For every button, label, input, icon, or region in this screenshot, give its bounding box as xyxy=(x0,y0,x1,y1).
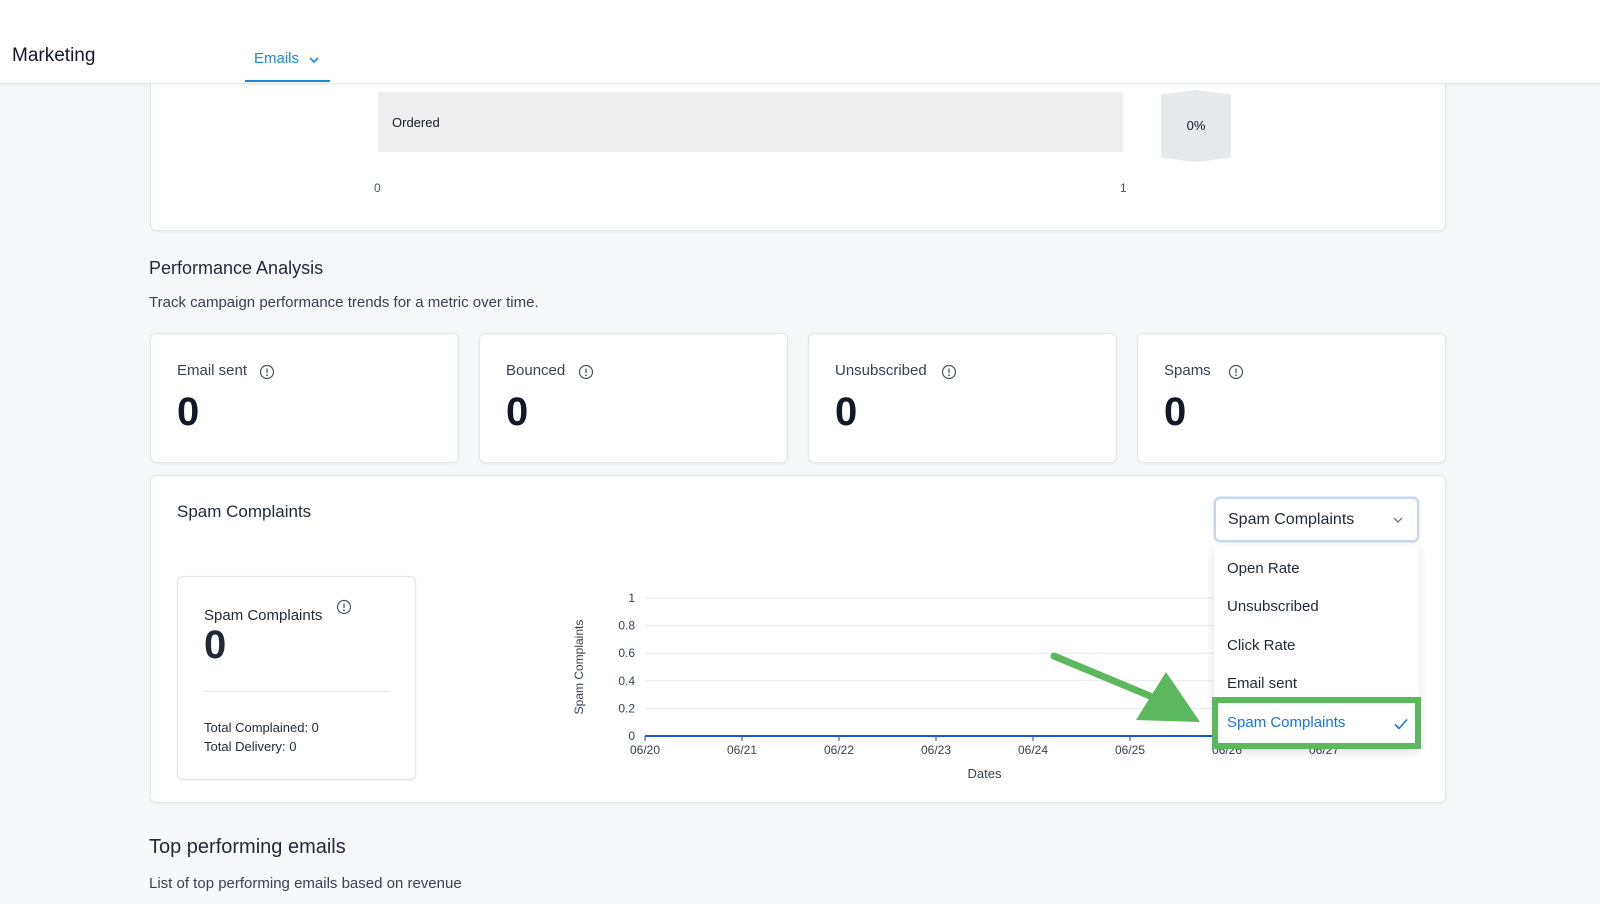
funnel-bar-label: Ordered xyxy=(392,115,440,130)
y-tick-label: 0.4 xyxy=(618,674,635,688)
performance-subtitle: Track campaign performance trends for a … xyxy=(149,294,539,311)
metric-value: 0 xyxy=(506,390,529,434)
tab-emails-label: Emails xyxy=(254,50,300,67)
funnel-percent-badge: 0% xyxy=(1161,90,1231,162)
x-tick-label: 06/23 xyxy=(921,743,951,757)
funnel-card: Ordered 0% 0 1 xyxy=(150,70,1446,231)
top-emails-subtitle: List of top performing emails based on r… xyxy=(149,875,462,892)
x-tick-label: 06/21 xyxy=(727,743,757,757)
x-tick-label: 06/25 xyxy=(1115,743,1145,757)
performance-title: Performance Analysis xyxy=(149,258,324,278)
metric-value: 0 xyxy=(835,390,858,434)
metric-card-bounced: Bounced 0 xyxy=(479,333,788,463)
menu-item-unsubscribed[interactable]: Unsubscribed xyxy=(1227,598,1319,615)
x-axis-label: Dates xyxy=(968,766,1002,781)
metric-select[interactable]: Spam Complaints xyxy=(1214,497,1419,542)
funnel-percent-label: 0% xyxy=(1186,118,1206,133)
funnel-tick-1: 1 xyxy=(1120,181,1127,195)
metric-label: Email sent xyxy=(177,362,248,379)
y-axis-label: Spam Complaints xyxy=(572,620,586,715)
spam-stat-card: Spam Complaints 0 Total Complained: 0 To… xyxy=(177,576,416,780)
check-icon xyxy=(1394,718,1408,730)
metric-label: Bounced xyxy=(506,362,566,379)
menu-item-open-rate[interactable]: Open Rate xyxy=(1227,560,1300,577)
stat-divider xyxy=(204,691,389,692)
y-tick-label: 0.8 xyxy=(618,619,635,633)
y-tick-label: 0.6 xyxy=(618,646,635,660)
metric-label: Spams xyxy=(1164,362,1211,379)
app-title: Marketing xyxy=(12,45,96,66)
stat-label: Spam Complaints xyxy=(204,607,323,624)
metric-card-email-sent: Email sent 0 xyxy=(150,333,459,463)
x-tick-label: 06/24 xyxy=(1018,743,1048,757)
metric-value: 0 xyxy=(177,390,200,434)
menu-item-email-sent[interactable]: Email sent xyxy=(1227,675,1297,692)
top-bar: Marketing Emails xyxy=(0,0,1600,84)
menu-item-spam-complaints-label: Spam Complaints xyxy=(1227,714,1346,731)
x-tick-label: 06/20 xyxy=(630,743,660,757)
funnel-tick-0: 0 xyxy=(374,181,381,195)
metric-card-spams: Spams 0 xyxy=(1137,333,1446,463)
top-emails-title: Top performing emails xyxy=(149,836,346,858)
y-tick-label: 1 xyxy=(628,591,635,605)
metric-value: 0 xyxy=(1164,390,1187,434)
y-tick-label: 0 xyxy=(628,729,635,743)
info-icon[interactable] xyxy=(259,364,275,380)
info-icon[interactable] xyxy=(941,364,957,380)
metric-label: Unsubscribed xyxy=(835,362,927,379)
chevron-down-icon xyxy=(309,57,319,64)
menu-item-spam-complaints[interactable]: Spam Complaints xyxy=(1212,697,1421,749)
x-tick-label: 06/22 xyxy=(824,743,854,757)
funnel-bar-ordered: Ordered xyxy=(378,92,1123,152)
info-icon[interactable] xyxy=(336,599,352,615)
spam-panel-title: Spam Complaints xyxy=(177,502,312,521)
metric-dropdown-menu: Open Rate Unsubscribed Click Rate Email … xyxy=(1212,546,1421,749)
total-delivery: Total Delivery: 0 xyxy=(204,739,297,754)
metric-select-value: Spam Complaints xyxy=(1228,511,1355,528)
menu-item-click-rate[interactable]: Click Rate xyxy=(1227,637,1295,654)
spam-complaints-chart: 0 0.2 0.4 0.6 0.8 1 06/20 06/21 06/22 06/23 06/24 0… xyxy=(572,591,1339,781)
annotation-arrow-icon xyxy=(1050,652,1200,722)
stat-value: 0 xyxy=(204,623,227,667)
info-icon[interactable] xyxy=(578,364,594,380)
metric-card-unsubscribed: Unsubscribed 0 xyxy=(808,333,1117,463)
total-complained: Total Complained: 0 xyxy=(204,720,319,735)
tab-emails[interactable]: Emails xyxy=(245,44,330,82)
y-tick-label: 0.2 xyxy=(618,701,635,715)
info-icon[interactable] xyxy=(1228,364,1244,380)
chevron-down-icon xyxy=(1393,517,1403,523)
